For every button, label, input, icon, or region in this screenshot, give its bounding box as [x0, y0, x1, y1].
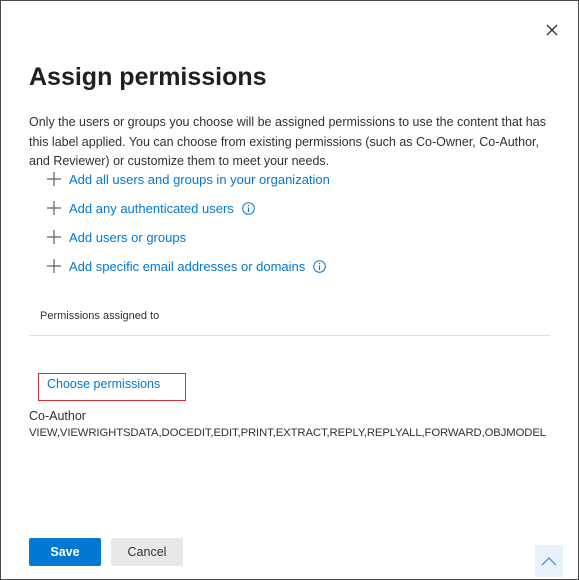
- add-email-domains-option[interactable]: Add specific email addresses or domains: [46, 256, 327, 276]
- permissions-assigned-to-header: Permissions assigned to: [40, 310, 160, 322]
- plus-icon: [47, 230, 61, 244]
- plus-icon: [47, 201, 61, 215]
- add-authenticated-users-option[interactable]: Add any authenticated users: [46, 198, 255, 218]
- close-button[interactable]: [543, 21, 561, 39]
- add-users-or-groups-option[interactable]: Add users or groups: [46, 227, 186, 247]
- role-rights: VIEW,VIEWRIGHTSDATA,DOCEDIT,EDIT,PRINT,E…: [29, 427, 546, 439]
- add-authenticated-users-label: Add any authenticated users: [69, 200, 234, 216]
- info-icon[interactable]: [313, 259, 327, 273]
- dialog-description: Only the users or groups you choose will…: [29, 115, 546, 168]
- dialog-title: Assign permissions: [29, 63, 267, 91]
- save-button[interactable]: Save: [29, 538, 101, 566]
- assign-permissions-dialog: Assign permissions Only the users or gro…: [0, 0, 579, 580]
- add-all-users-label: Add all users and groups in your organiz…: [69, 171, 330, 187]
- chevron-up-icon: [541, 557, 557, 566]
- add-email-domains-label: Add specific email addresses or domains: [69, 258, 306, 274]
- plus-icon: [47, 172, 61, 186]
- cancel-button[interactable]: Cancel: [111, 538, 183, 566]
- close-icon: [546, 24, 558, 36]
- divider: [29, 335, 550, 336]
- add-all-users-option[interactable]: Add all users and groups in your organiz…: [46, 169, 330, 189]
- role-name: Co-Author: [29, 409, 86, 423]
- add-users-or-groups-label: Add users or groups: [69, 229, 187, 245]
- choose-permissions-link[interactable]: Choose permissions: [47, 377, 160, 391]
- scroll-to-top-button[interactable]: [535, 545, 563, 577]
- info-icon[interactable]: [241, 201, 255, 215]
- plus-icon: [47, 259, 61, 273]
